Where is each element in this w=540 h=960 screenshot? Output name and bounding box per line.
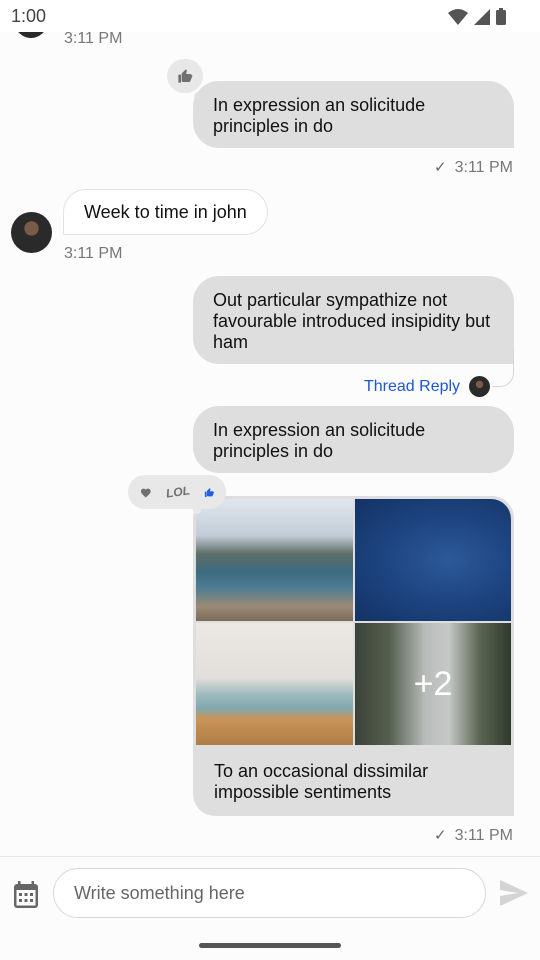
message-text: Out particular sympathize not favourable… [213,290,491,352]
gallery-image-ocean[interactable] [355,499,511,621]
status-bar: 1:00 [0,0,540,32]
reactions-bar: LOL [128,475,226,509]
sent-check-icon: ✓ [434,827,447,844]
thread-connector [492,350,514,387]
send-button[interactable] [500,880,528,911]
battery-icon [496,8,506,25]
message-text: In expression an solicitude principles i… [213,420,426,461]
status-time: 1:00 [11,6,47,26]
calendar-button[interactable] [13,881,39,914]
reaction-tail [193,506,201,514]
incoming-message-bubble[interactable]: Week to time in john [63,189,268,235]
message-timestamp: 3:11 PM [454,159,513,176]
image-gallery: +2 [196,499,511,745]
status-icons [448,8,506,25]
cellular-signal-icon [474,8,490,25]
thumbs-up-icon[interactable] [204,484,214,501]
outgoing-message-bubble[interactable]: In expression an solicitude principles i… [193,406,514,473]
wifi-icon [448,8,468,25]
thread-participant-avatar [469,376,490,397]
message-timestamp: 3:11 PM [64,245,123,262]
message-text: Week to time in john [84,202,247,222]
home-indicator[interactable] [199,943,341,948]
heart-icon[interactable] [140,484,152,501]
outgoing-message-bubble[interactable]: In expression an solicitude principles i… [193,81,514,148]
lol-icon[interactable]: LOL [165,483,191,500]
message-text: In expression an solicitude principles i… [213,95,426,136]
gallery-image-trees[interactable]: +2 [355,623,511,745]
thread-reply-link[interactable]: Thread Reply [364,378,460,396]
thumbs-up-icon [178,69,193,83]
more-images-count[interactable]: +2 [355,623,511,745]
message-timestamp: 3:11 PM [454,827,513,844]
gallery-message-bubble[interactable]: +2 To an occasional dissimilar impossibl… [193,496,514,816]
sent-check-icon: ✓ [434,159,447,176]
chat-screen: 1:00 3:11 PM In expression an solicitude… [0,0,540,960]
outgoing-message-bubble[interactable]: Out particular sympathize not favourable… [193,276,514,364]
sender-avatar[interactable] [11,212,52,253]
calendar-icon [14,881,38,908]
gallery-image-fjord[interactable] [196,499,353,621]
reaction-badge[interactable] [167,59,203,93]
message-input[interactable] [53,868,486,918]
gallery-image-pier[interactable] [196,623,353,745]
message-status: ✓ 3:11 PM [434,158,513,177]
message-status: ✓ 3:11 PM [434,826,513,845]
message-composer [0,856,540,960]
send-icon [500,880,528,906]
message-timestamp: 3:11 PM [64,30,123,47]
message-text: To an occasional dissimilar impossible s… [214,761,429,802]
